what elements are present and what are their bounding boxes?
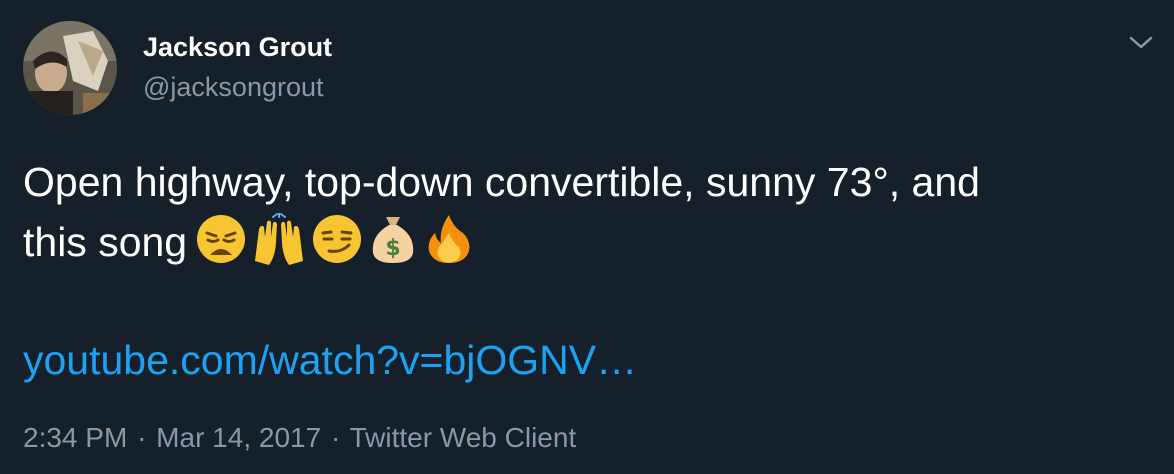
tweet-time[interactable]: 2:34 PM: [23, 422, 127, 453]
smirking-face-emoji-icon: [313, 215, 362, 264]
tweet-date[interactable]: Mar 14, 2017: [156, 422, 321, 453]
tweet-menu-button[interactable]: [1124, 28, 1158, 58]
tweet-client[interactable]: Twitter Web Client: [350, 422, 577, 453]
tweet-text: Open highway, top-down convertible, sunn…: [23, 152, 1143, 273]
weary-face-emoji-icon: [197, 215, 246, 264]
youtube-link[interactable]: youtube.com/watch?v=bjOGNV…: [23, 330, 637, 390]
svg-text:$: $: [385, 236, 400, 261]
fire-emoji-icon: [428, 215, 470, 264]
tweet-metadata: 2:34 PM · Mar 14, 2017 · Twitter Web Cli…: [23, 420, 576, 456]
tweet-card: Jackson Grout @jacksongrout Open highway…: [0, 0, 1174, 474]
emoji-group: $: [195, 213, 475, 269]
author-handle[interactable]: @jacksongrout: [143, 70, 324, 104]
meta-separator: ·: [330, 422, 341, 453]
meta-separator: ·: [137, 422, 147, 453]
chevron-down-icon: [1129, 36, 1153, 49]
avatar[interactable]: [23, 21, 117, 115]
tweet-text-line-1: Open highway, top-down convertible, sunn…: [23, 159, 980, 205]
author-name[interactable]: Jackson Grout: [143, 30, 332, 64]
tweet-text-line-2: this song $: [23, 212, 1143, 273]
raising-hands-emoji-icon: [255, 213, 304, 266]
tweet-text-line-2-words: this song: [23, 219, 188, 265]
money-bag-emoji-icon: $: [372, 217, 414, 264]
